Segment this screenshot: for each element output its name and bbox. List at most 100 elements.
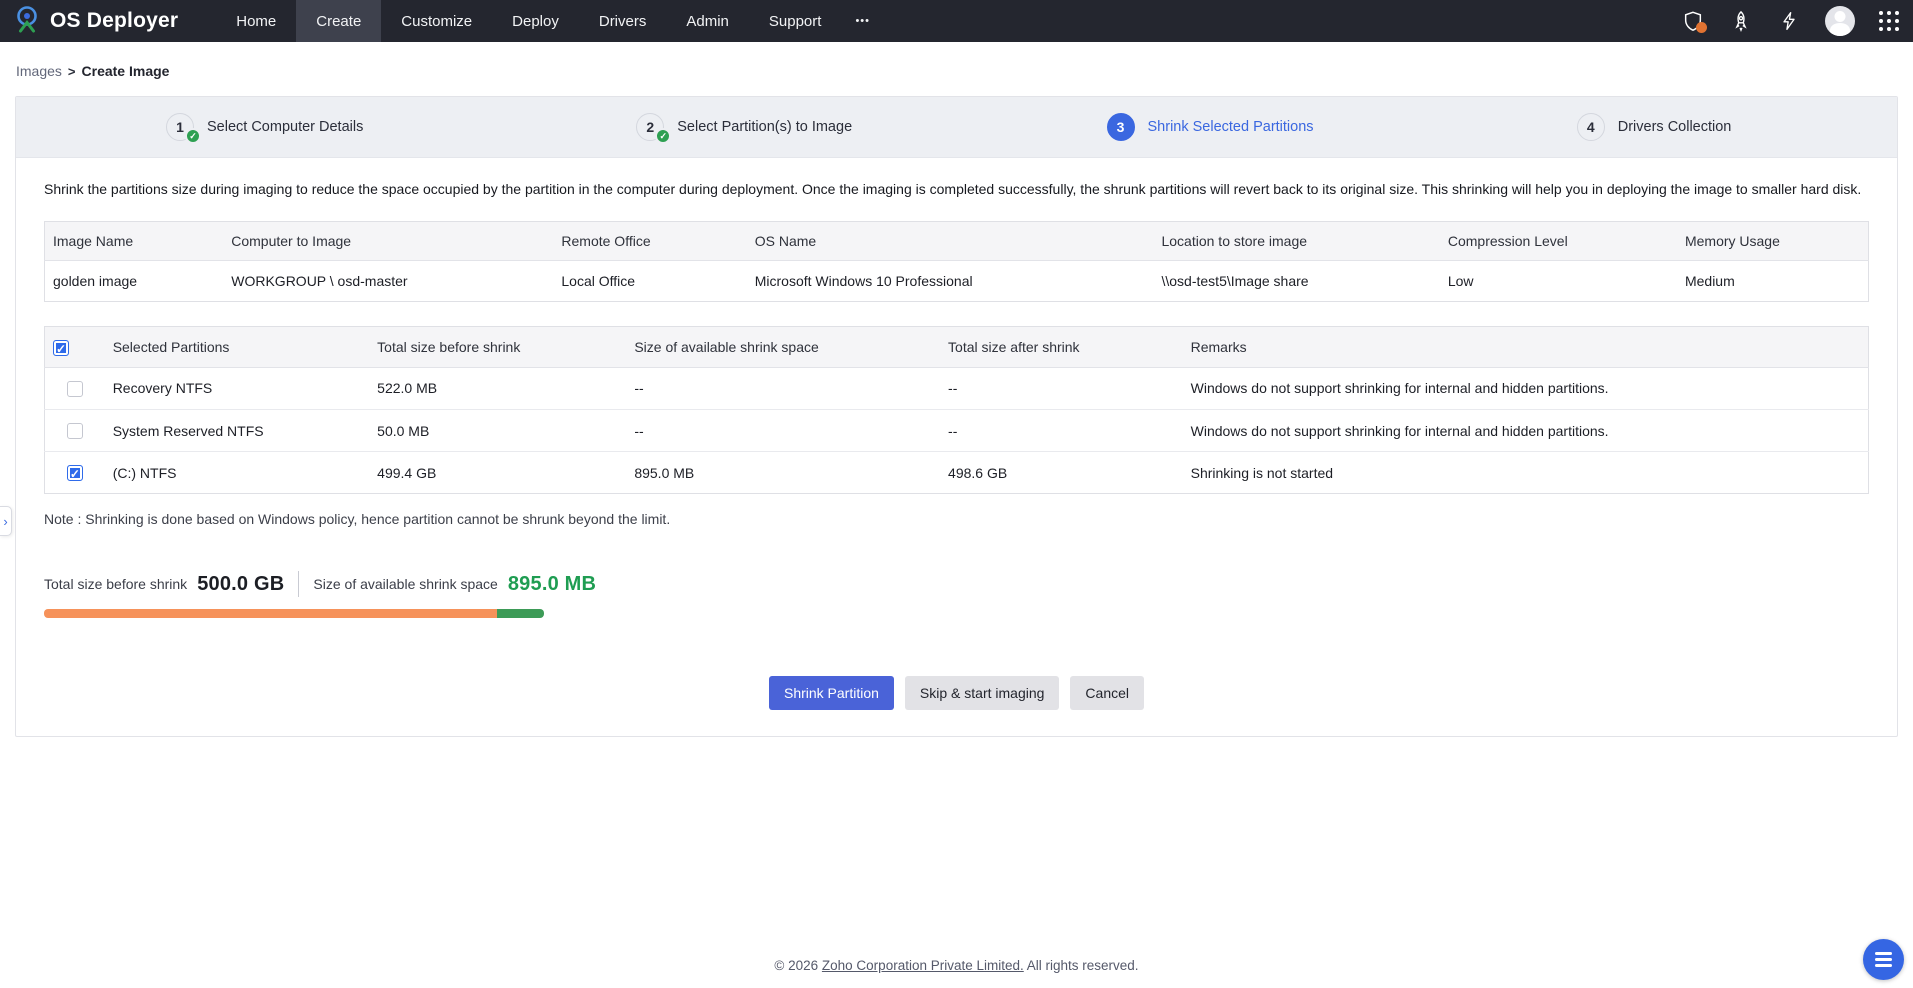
- step-4-label: Drivers Collection: [1618, 119, 1732, 135]
- size-summary: Total size before shrink 500.0 GB Size o…: [44, 571, 1869, 597]
- nav-item-create[interactable]: Create: [296, 0, 381, 42]
- bar-segment-available: [497, 609, 545, 618]
- partition-row-recovery: Recovery NTFS 522.0 MB -- -- Windows do …: [45, 367, 1869, 409]
- partitions-table: Selected Partitions Total size before sh…: [44, 326, 1869, 494]
- cell-partition-name: (C:) NTFS: [105, 452, 369, 494]
- partition-row-system-reserved: System Reserved NTFS 50.0 MB -- -- Windo…: [45, 409, 1869, 451]
- total-before-value: 500.0 GB: [197, 573, 284, 596]
- cell-shrink-space: --: [626, 409, 940, 451]
- cell-shrink-space: 895.0 MB: [626, 452, 940, 494]
- zoho-link[interactable]: Zoho Corporation Private Limited.: [822, 958, 1024, 973]
- navbar-right-icons: [1681, 6, 1899, 36]
- cell-partition-name: Recovery NTFS: [105, 367, 369, 409]
- step-1-label: Select Computer Details: [207, 119, 363, 135]
- user-avatar[interactable]: [1825, 6, 1855, 36]
- shrink-size-bar: [44, 609, 544, 618]
- nav-item-deploy[interactable]: Deploy: [492, 0, 579, 42]
- col-location: Location to store image: [1153, 222, 1439, 261]
- cell-memory-usage: Medium: [1677, 261, 1869, 302]
- create-image-wizard-card: 1 ✓ Select Computer Details 2 ✓ Select P…: [15, 96, 1898, 737]
- step-drivers-collection[interactable]: 4 Drivers Collection: [1427, 113, 1897, 141]
- cell-size-before: 50.0 MB: [369, 409, 626, 451]
- floating-menu-button[interactable]: [1863, 939, 1904, 980]
- recovery-partition-checkbox[interactable]: [67, 381, 83, 397]
- app-brand[interactable]: OS Deployer: [12, 4, 178, 39]
- col-remote-office: Remote Office: [553, 222, 746, 261]
- image-table-header-row: Image Name Computer to Image Remote Offi…: [45, 222, 1869, 261]
- rocket-icon[interactable]: [1729, 9, 1753, 33]
- nav-item-support[interactable]: Support: [749, 0, 842, 42]
- apps-grid-icon[interactable]: [1879, 11, 1899, 31]
- c-drive-partition-checkbox[interactable]: [67, 465, 83, 481]
- partition-row-c-drive: (C:) NTFS 499.4 GB 895.0 MB 498.6 GB Shr…: [45, 452, 1869, 494]
- summary-divider: [298, 571, 299, 597]
- step-shrink-partitions[interactable]: 3 Shrink Selected Partitions: [957, 113, 1427, 141]
- cell-size-before: 522.0 MB: [369, 367, 626, 409]
- nav-item-admin[interactable]: Admin: [666, 0, 749, 42]
- cancel-button[interactable]: Cancel: [1070, 676, 1144, 710]
- os-deployer-logo-icon: [12, 4, 42, 39]
- cell-size-before: 499.4 GB: [369, 452, 626, 494]
- cell-size-after: --: [940, 367, 1183, 409]
- step-select-partitions[interactable]: 2 ✓ Select Partition(s) to Image: [486, 113, 956, 141]
- cell-shrink-space: --: [626, 367, 940, 409]
- cell-remarks: Windows do not support shrinking for int…: [1183, 409, 1869, 451]
- step-2-completed-check-icon: ✓: [655, 128, 671, 144]
- available-shrink-value: 895.0 MB: [508, 573, 596, 596]
- col-remarks: Remarks: [1183, 327, 1869, 367]
- col-size-after-shrink: Total size after shrink: [940, 327, 1183, 367]
- sidebar-expand-chevron[interactable]: ›: [0, 506, 12, 536]
- cell-remote-office: Local Office: [553, 261, 746, 302]
- cell-compression-level: Low: [1440, 261, 1677, 302]
- main-menu: Home Create Customize Deploy Drivers Adm…: [216, 0, 884, 42]
- wizard-stepper: 1 ✓ Select Computer Details 2 ✓ Select P…: [16, 97, 1897, 158]
- table-row: golden image WORKGROUP \ osd-master Loca…: [45, 261, 1869, 302]
- windows-policy-note: Note : Shrinking is done based on Window…: [44, 511, 1869, 527]
- image-summary-table: Image Name Computer to Image Remote Offi…: [44, 221, 1869, 302]
- step-select-computer-details[interactable]: 1 ✓ Select Computer Details: [16, 113, 486, 141]
- col-memory-usage: Memory Usage: [1677, 222, 1869, 261]
- step-4-number: 4: [1577, 113, 1605, 141]
- wizard-actions: Shrink Partition Skip & start imaging Ca…: [44, 676, 1869, 710]
- shrink-partition-button[interactable]: Shrink Partition: [769, 676, 894, 710]
- nav-item-drivers[interactable]: Drivers: [579, 0, 667, 42]
- col-image-name: Image Name: [45, 222, 224, 261]
- step-1-completed-check-icon: ✓: [185, 128, 201, 144]
- more-menu-icon[interactable]: •••: [841, 0, 884, 42]
- shield-badge-icon[interactable]: [1681, 9, 1705, 33]
- top-navbar: OS Deployer Home Create Customize Deploy…: [0, 0, 1913, 42]
- cell-computer-to-image: WORKGROUP \ osd-master: [223, 261, 553, 302]
- col-size-before-shrink: Total size before shrink: [369, 327, 626, 367]
- step-3-label: Shrink Selected Partitions: [1148, 119, 1314, 135]
- cell-remarks: Windows do not support shrinking for int…: [1183, 367, 1869, 409]
- nav-item-customize[interactable]: Customize: [381, 0, 492, 42]
- page-title: Create Image: [82, 63, 170, 79]
- shrink-description: Shrink the partitions size during imagin…: [44, 179, 1869, 199]
- hamburger-icon: [1875, 952, 1892, 955]
- col-selected-partitions: Selected Partitions: [105, 327, 369, 367]
- breadcrumb: Images > Create Image: [0, 42, 1913, 96]
- total-before-label: Total size before shrink: [44, 576, 187, 592]
- skip-and-start-imaging-button[interactable]: Skip & start imaging: [905, 676, 1060, 710]
- breadcrumb-images-link[interactable]: Images: [16, 63, 62, 79]
- notification-dot: [1696, 22, 1707, 33]
- col-computer-to-image: Computer to Image: [223, 222, 553, 261]
- app-title: OS Deployer: [50, 9, 178, 33]
- step-3-number: 3: [1107, 113, 1135, 141]
- cell-size-after: 498.6 GB: [940, 452, 1183, 494]
- wizard-body: Shrink the partitions size during imagin…: [16, 179, 1897, 736]
- select-all-partitions-checkbox[interactable]: [53, 340, 69, 356]
- cell-size-after: --: [940, 409, 1183, 451]
- cell-remarks: Shrinking is not started: [1183, 452, 1869, 494]
- system-reserved-partition-checkbox[interactable]: [67, 423, 83, 439]
- col-compression-level: Compression Level: [1440, 222, 1677, 261]
- copyright-suffix: All rights reserved.: [1024, 958, 1139, 973]
- cell-image-name: golden image: [45, 261, 224, 302]
- copyright-prefix: © 2026: [774, 958, 821, 973]
- nav-item-home[interactable]: Home: [216, 0, 296, 42]
- breadcrumb-separator: >: [68, 64, 76, 79]
- col-available-shrink-space: Size of available shrink space: [626, 327, 940, 367]
- cell-os-name: Microsoft Windows 10 Professional: [747, 261, 1154, 302]
- flash-icon[interactable]: [1777, 9, 1801, 33]
- col-os-name: OS Name: [747, 222, 1154, 261]
